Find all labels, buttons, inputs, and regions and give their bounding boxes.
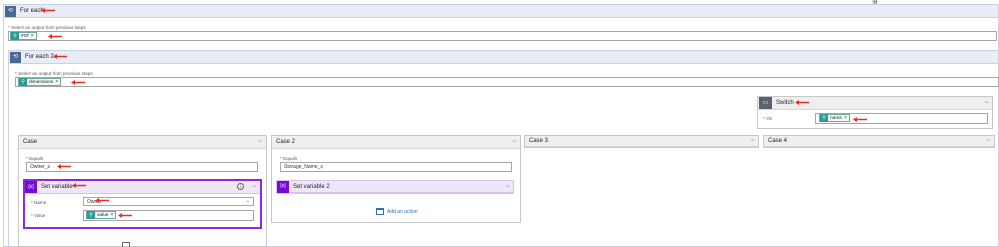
annotation-arrow [795, 100, 809, 105]
more-options-icon[interactable]: ··· [984, 99, 989, 106]
case-1-equals-value: Owner_s [30, 164, 51, 170]
case-3-title: Case 3 [529, 138, 549, 144]
name-label: * Name [31, 200, 47, 205]
value-label: * Value [31, 213, 46, 218]
remove-token-icon[interactable]: × [844, 115, 849, 121]
variable-icon: {x} [25, 181, 37, 193]
case-2-equals-label: * Equals [280, 156, 298, 161]
foreach-inner-title: For each 2 [25, 54, 54, 60]
case-1-title: Case [23, 139, 38, 145]
set-variable-2-title: Set variable 2 [293, 183, 330, 190]
set-variable-2-header[interactable]: {x} Set variable 2 ··· [277, 180, 513, 193]
loop-icon: ⟲ [10, 51, 21, 63]
annotation-arrow [48, 34, 62, 39]
loop-icon: ⟲ [5, 5, 16, 17]
add-action-icon [376, 208, 384, 215]
chevron-down-icon: ⌄ [245, 198, 250, 204]
foreach-inner-token[interactable]: ⚲ dimensions × [18, 78, 62, 86]
case-2-card: Case 2 ··· * Equals Storage_Name_s {x} S… [271, 135, 521, 223]
switch-on-label: * On [763, 116, 773, 121]
switch-on-token[interactable]: ⚲ name × [819, 114, 850, 122]
annotation-arrow [53, 54, 67, 59]
token-icon: ⚲ [87, 211, 95, 219]
annotation-arrow [72, 183, 86, 188]
switch-title: Switch [776, 100, 794, 106]
add-action-label: Add an action [387, 208, 418, 215]
switch-card: ▭ Switch ··· * On [757, 96, 993, 129]
more-options-icon[interactable]: ··· [986, 137, 991, 144]
insert-step-icon[interactable] [122, 242, 130, 247]
token-label: dimensions [29, 79, 54, 85]
annotation-arrow [57, 164, 71, 169]
case-1-equals-label: * Equals [26, 156, 44, 161]
foreach-inner-input[interactable] [15, 77, 999, 87]
more-options-icon[interactable]: ··· [750, 137, 755, 144]
more-options-icon[interactable]: ··· [258, 138, 263, 145]
case-1-header[interactable]: Case ··· [19, 136, 266, 149]
token-label: value [97, 212, 109, 218]
foreach-outer-header[interactable]: ⟲ For each [4, 5, 998, 18]
token-icon: ⚲ [820, 114, 828, 122]
more-options-icon[interactable]: ··· [505, 183, 510, 190]
annotation-arrow [853, 117, 867, 122]
annotation-arrow [118, 213, 132, 218]
foreach-inner-field-label: * Select an output from previous steps [15, 71, 93, 76]
foreach-inner-header[interactable]: ⟲ For each 2 [9, 51, 998, 64]
more-options-icon[interactable]: ··· [512, 138, 517, 145]
case-2-equals-value: Storage_Name_s [284, 164, 323, 170]
remove-token-icon[interactable]: × [55, 79, 60, 85]
case-4-header[interactable]: Case 4 ··· [764, 136, 994, 147]
add-action-button[interactable]: Add an action [376, 208, 418, 215]
token-label: name [830, 115, 842, 121]
remove-token-icon[interactable]: × [31, 33, 36, 39]
case-4-card: Case 4 ··· [763, 135, 995, 148]
info-icon[interactable]: i [237, 183, 244, 190]
annotation-arrow [41, 8, 55, 13]
foreach-outer-input[interactable] [8, 31, 997, 41]
switch-icon: ▭ [759, 97, 772, 109]
token-icon: ⚲ [19, 78, 27, 86]
foreach-outer-field-label: * Select an output from previous steps [8, 25, 86, 30]
case-3-card: Case 3 ··· [524, 135, 759, 148]
case-2-equals-input[interactable]: Storage_Name_s [280, 162, 512, 172]
annotation-arrow [71, 80, 85, 85]
set-variable-2-card: {x} Set variable 2 ··· [276, 180, 514, 194]
foreach-outer-token[interactable]: ⚲ #Of × [10, 32, 37, 40]
set-variable-header[interactable]: {x} Set variable i ··· [25, 181, 260, 194]
annotation-arrow [95, 198, 109, 203]
set-variable-title: Set variable [41, 184, 73, 190]
switch-header[interactable]: ▭ Switch ··· [758, 97, 992, 110]
set-variable-card: {x} Set variable i ··· * Name Owner ⌄ * … [23, 179, 262, 229]
value-token[interactable]: ⚲ value × [86, 211, 117, 219]
more-options-icon[interactable]: ··· [252, 183, 257, 190]
variable-icon: {x} [277, 180, 289, 193]
case-2-title: Case 2 [276, 139, 296, 145]
token-label: #Of [21, 33, 29, 39]
case-2-header[interactable]: Case 2 ··· [272, 136, 520, 149]
case-3-header[interactable]: Case 3 ··· [525, 136, 758, 147]
case-4-title: Case 4 [768, 138, 788, 144]
token-icon: ⚲ [11, 32, 19, 40]
remove-token-icon[interactable]: × [110, 212, 115, 218]
